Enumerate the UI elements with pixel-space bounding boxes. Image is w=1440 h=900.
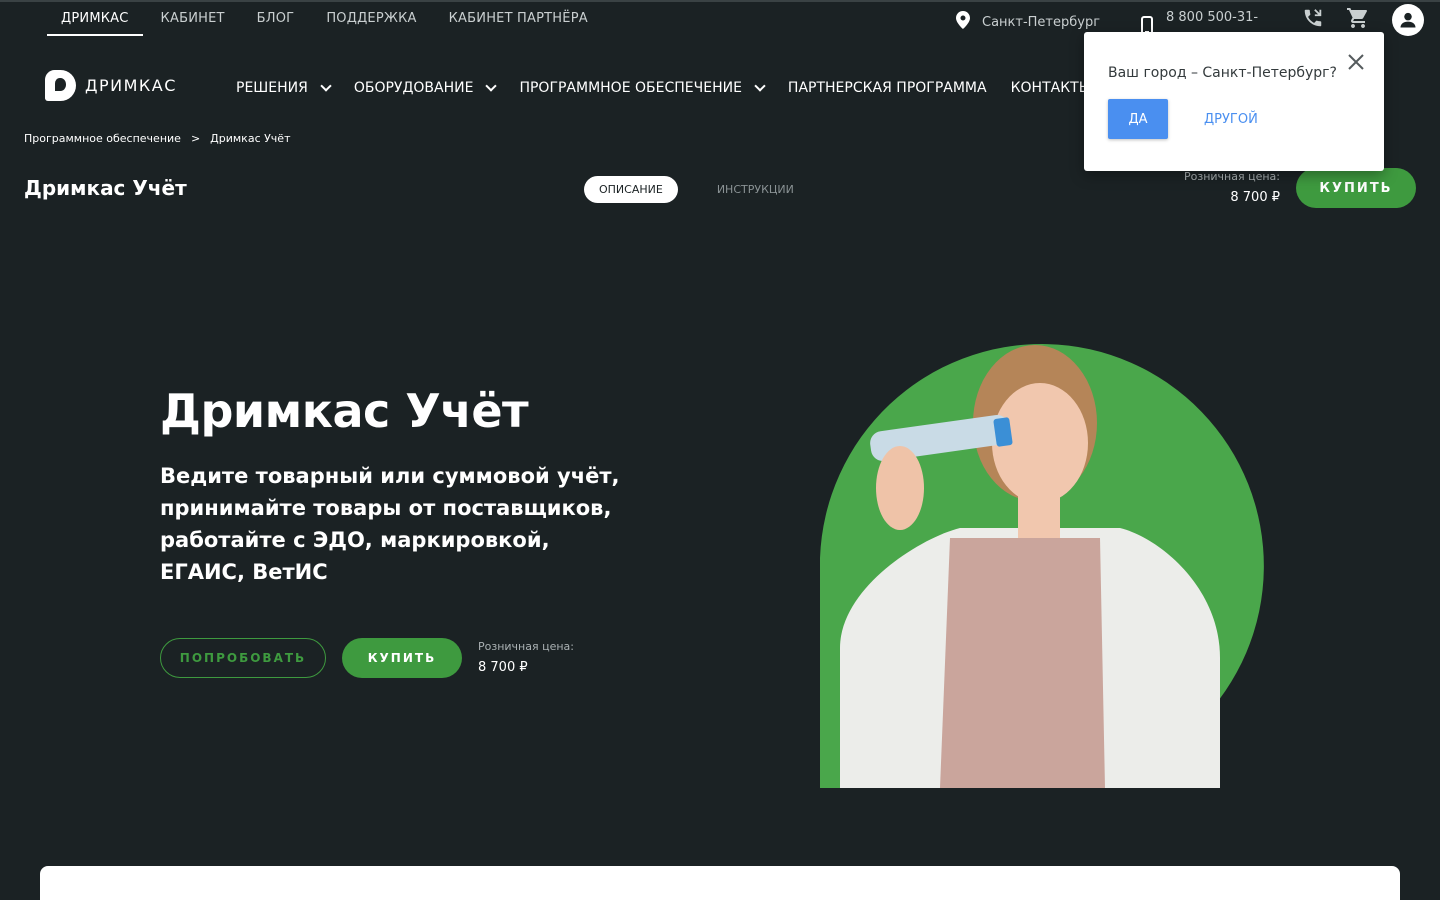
city-confirm-yes-button[interactable]: ДА [1108,99,1168,139]
logo-text: ДРИМКАС [85,76,177,95]
chevron-down-icon [320,80,332,92]
main-nav: РЕШЕНИЯ ОБОРУДОВАНИЕ ПРОГРАММНОЕ ОБЕСПЕЧ… [236,80,1115,96]
breadcrumb-separator: > [190,132,201,145]
main-nav-item-partner-program[interactable]: ПАРТНЕРСКАЯ ПРОГРАММА [788,80,987,96]
city-other-button[interactable]: ДРУГОЙ [1192,99,1270,139]
buy-button-top[interactable]: КУПИТЬ [1296,168,1416,208]
main-nav-label: ПРОГРАММНОЕ ОБЕСПЕЧЕНИЕ [519,80,742,96]
breadcrumb-item-current: Дримкас Учёт [210,132,291,145]
product-bar-price: Розничная цена: 8 700 ₽ [1184,170,1280,205]
phone-text: 8 800 500-31- [1166,10,1259,25]
try-button[interactable]: ПОПРОБОВАТЬ [160,638,326,678]
breadcrumb-item-software[interactable]: Программное обеспечение [24,132,181,145]
main-nav-label: КОНТАКТЫ [1010,80,1092,96]
tab-instructions[interactable]: ИНСТРУКЦИИ [702,176,809,203]
hero-title: Дримкас Учёт [160,384,529,438]
city-name: Санкт-Петербург [982,14,1101,30]
hero-price: Розничная цена: 8 700 ₽ [478,640,574,675]
price-value: 8 700 ₽ [478,660,528,675]
hero-illustration [820,344,1264,788]
main-nav-label: ОБОРУДОВАНИЕ [353,80,474,96]
main-nav-label: ПАРТНЕРСКАЯ ПРОГРАММА [787,80,987,96]
city-question: Ваш город – Санкт-Петербург? [1108,65,1337,81]
top-nav: ДРИМКАС КАБИНЕТ БЛОГ ПОДДЕРЖКА КАБИНЕТ П… [47,11,606,36]
main-nav-item-solutions[interactable]: РЕШЕНИЯ [236,80,332,96]
logo-icon [45,70,76,101]
tab-description[interactable]: ОПИСАНИЕ [584,176,678,203]
chevron-down-icon [485,80,498,92]
hero-subtitle: Ведите товарный или суммовой учёт, прини… [160,464,620,584]
price-label: Розничная цена: [478,640,574,653]
top-nav-item-blog[interactable]: БЛОГ [243,11,309,36]
product-tabs: ОПИСАНИЕ ИНСТРУКЦИИ [584,176,809,203]
city-confirm-popup: Ваш город – Санкт-Петербург? ДА ДРУГОЙ [1084,32,1384,171]
price-label: Розничная цена: [1184,170,1280,183]
main-nav-label: РЕШЕНИЯ [236,80,308,96]
close-icon[interactable] [1346,52,1366,72]
chevron-down-icon [754,80,766,92]
cart-icon[interactable] [1346,6,1370,34]
account-icon[interactable] [1392,4,1424,36]
top-nav-item-cabinet[interactable]: КАБИНЕТ [147,11,239,36]
location-pin-icon [956,11,970,33]
phone-callback-icon[interactable] [1302,7,1324,33]
breadcrumb: Программное обеспечение > Дримкас Учёт [24,132,291,145]
product-title: Дримкас Учёт [24,176,187,200]
buy-button[interactable]: КУПИТЬ [342,638,462,678]
logo[interactable]: ДРИМКАС [45,70,177,101]
city-selector[interactable]: Санкт-Петербург [956,11,1100,33]
top-border [0,0,1440,2]
main-nav-item-contacts[interactable]: КОНТАКТЫ [1011,80,1091,96]
top-nav-item-support[interactable]: ПОДДЕРЖКА [312,11,430,36]
content-card [40,866,1400,900]
top-nav-item-partner-cabinet[interactable]: КАБИНЕТ ПАРТНЁРА [435,11,602,36]
main-nav-item-software[interactable]: ПРОГРАММНОЕ ОБЕСПЕЧЕНИЕ [519,80,766,96]
price-value: 8 700 ₽ [1230,190,1280,205]
top-nav-item-dreamkas[interactable]: ДРИМКАС [47,11,143,36]
main-nav-item-equipment[interactable]: ОБОРУДОВАНИЕ [353,80,498,96]
